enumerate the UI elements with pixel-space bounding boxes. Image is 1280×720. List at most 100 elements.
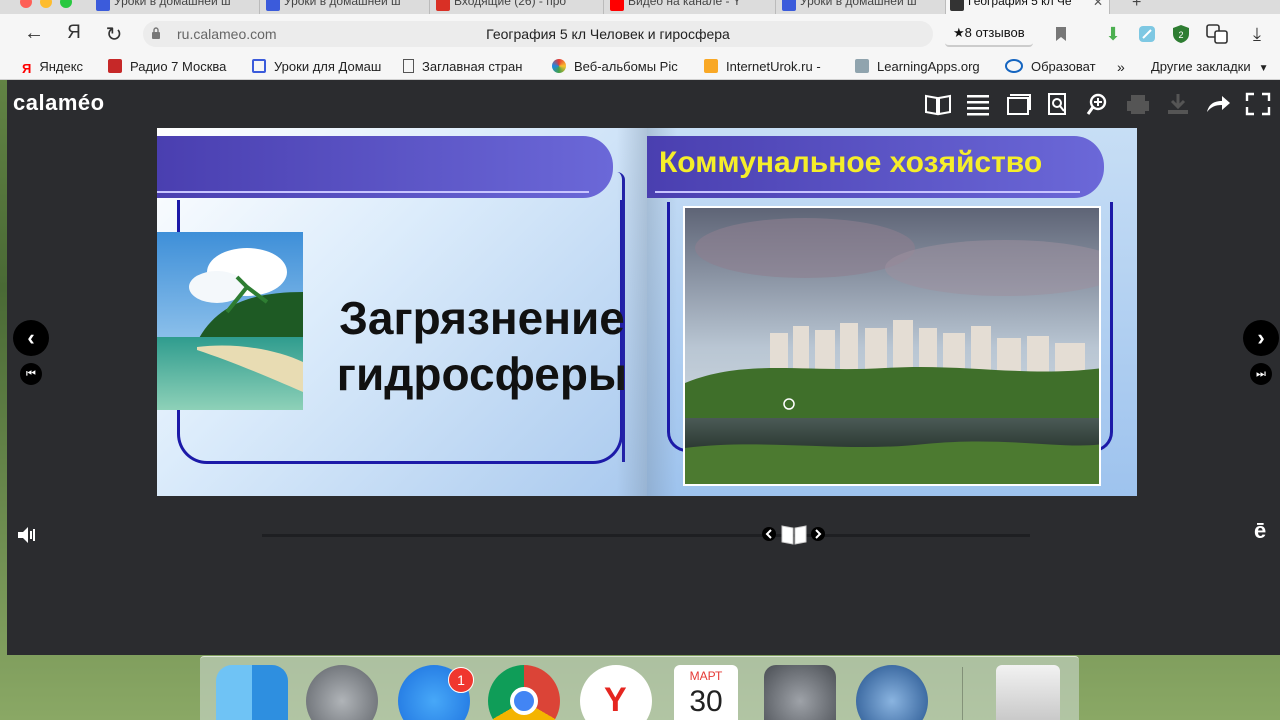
tab-label: География 5 кл Че: [968, 0, 1072, 8]
bookmark-item[interactable]: Я Яндекс: [22, 59, 83, 76]
last-page-button[interactable]: ⏭: [1250, 363, 1272, 385]
internet-urok-icon: [704, 59, 718, 73]
search-document-icon[interactable]: [1044, 92, 1072, 116]
picasa-icon: [552, 59, 566, 73]
notification-badge: 1: [448, 667, 474, 693]
new-tab-button[interactable]: +: [1132, 0, 1141, 12]
site-favicon-icon: [782, 0, 796, 11]
calendar-month: МАРТ: [689, 669, 723, 683]
bookmark-label: Заглавная стран: [422, 59, 523, 74]
embed-icon[interactable]: ē: [1254, 518, 1266, 544]
bookmark-item[interactable]: LearningApps.org: [855, 59, 980, 74]
bookmark-label: Радио 7 Москва: [130, 59, 227, 74]
yandex-browser-icon[interactable]: Y: [580, 665, 652, 720]
system-preferences-icon[interactable]: [764, 665, 836, 720]
tab-label: Уроки в домашней ш: [284, 0, 401, 8]
maximize-window-button[interactable]: [60, 0, 72, 8]
svg-text:2: 2: [1178, 30, 1183, 40]
chrome-center: [510, 687, 538, 715]
tab-label: Уроки в домашней ш: [114, 0, 231, 8]
slider-thumb[interactable]: [762, 522, 826, 546]
calameo-viewer: calaméo Загрязнение гидросферы Коммуналь…: [7, 80, 1280, 655]
tab-label: Входящие (26) - про: [454, 0, 567, 8]
finder-icon[interactable]: [216, 665, 288, 720]
share-icon[interactable]: [1204, 92, 1232, 116]
page-slider[interactable]: [262, 534, 1030, 537]
bookmark-item[interactable]: InternetUrok.ru -: [704, 59, 821, 74]
translate-extension-icon[interactable]: [1204, 22, 1230, 46]
site-favicon-icon: [96, 0, 110, 11]
next-page-button[interactable]: ›: [1243, 320, 1279, 356]
previous-page-button[interactable]: ‹: [13, 320, 49, 356]
launchpad-icon[interactable]: [306, 665, 378, 720]
intel-icon: [1005, 59, 1023, 73]
beach-image: [157, 232, 303, 410]
browser-tab[interactable]: Уроки в домашней ш: [92, 0, 260, 14]
bookmark-item[interactable]: Уроки для Домаш: [252, 59, 381, 74]
yandex-glyph: Y: [604, 681, 627, 719]
print-icon: [1127, 95, 1149, 114]
tab-label: Видео на канале - Y: [628, 0, 741, 8]
book-spread[interactable]: Загрязнение гидросферы Коммунальное хозя…: [157, 128, 1137, 496]
reload-button[interactable]: ↻: [102, 22, 126, 47]
book-view-icon[interactable]: [924, 92, 952, 116]
minimize-window-button[interactable]: [40, 0, 52, 8]
yandex-button[interactable]: Я: [62, 22, 86, 44]
reviews-button[interactable]: ★8 отзывов: [945, 21, 1033, 47]
shield-extension-icon[interactable]: 2: [1168, 22, 1194, 46]
downloads-icon[interactable]: ⤓: [1244, 22, 1270, 46]
zoom-in-icon[interactable]: [1084, 92, 1112, 116]
calameo-favicon-icon: [950, 0, 964, 11]
bookmark-label: Другие закладки: [1151, 59, 1251, 74]
address-bar[interactable]: ru.calameo.com География 5 кл Человек и …: [143, 21, 933, 47]
trash-icon[interactable]: [996, 665, 1060, 720]
city-photo: [683, 206, 1101, 486]
fullscreen-icon[interactable]: [1244, 92, 1272, 116]
browser-tab[interactable]: Уроки в домашней ш: [262, 0, 430, 14]
bookmark-label: Образоват: [1031, 59, 1096, 74]
chrome-icon[interactable]: [488, 665, 560, 720]
youtube-icon: [610, 0, 624, 11]
bookmark-label: LearningApps.org: [877, 59, 980, 74]
right-page-heading: Коммунальное хозяйство: [659, 146, 1043, 179]
more-bookmarks-button[interactable]: »: [1117, 59, 1125, 75]
page-title: География 5 кл Человек и гиросфера: [486, 26, 730, 42]
macos-dock: 1 Y МАРТ 30: [200, 656, 1079, 720]
browser-tab[interactable]: Уроки в домашней ш: [778, 0, 946, 14]
close-window-button[interactable]: [20, 0, 32, 8]
first-page-button[interactable]: ⏮: [20, 363, 42, 385]
browser-tab[interactable]: Видео на канале - Y: [606, 0, 776, 14]
calendar-icon[interactable]: МАРТ 30: [674, 665, 738, 720]
bookmarks-bar: Я Яндекс Радио 7 Москва Уроки для Домаш З…: [0, 54, 1280, 80]
download-extension-icon[interactable]: ⬇: [1100, 22, 1126, 46]
feather-extension-icon[interactable]: [1134, 22, 1160, 46]
banner-divider: [157, 191, 589, 193]
address-bar-row: ← Я ↻ ru.calameo.com География 5 кл Чело…: [0, 14, 1280, 54]
learningapps-icon: [855, 59, 869, 73]
tab-strip: Уроки в домашней ш Уроки в домашней ш Вх…: [0, 0, 1280, 14]
close-tab-icon[interactable]: ✕: [1093, 0, 1103, 9]
left-title-banner: [157, 136, 613, 198]
sound-icon[interactable]: [15, 523, 39, 547]
bookmark-item[interactable]: Веб-альбомы Pic: [552, 59, 678, 74]
gmail-icon: [436, 0, 450, 11]
yandex-icon: Я: [22, 61, 32, 76]
list-view-icon[interactable]: [964, 92, 992, 116]
browser-tab[interactable]: Входящие (26) - про: [432, 0, 604, 14]
banner-divider: [655, 191, 1080, 193]
lessons-icon: [252, 59, 266, 73]
bookmark-item[interactable]: Радио 7 Москва: [108, 59, 226, 74]
bookmark-item[interactable]: Образоват: [1005, 59, 1096, 74]
quicktime-icon[interactable]: [856, 665, 928, 720]
app-store-icon[interactable]: 1: [398, 665, 474, 720]
other-bookmarks-button[interactable]: Другие закладки ▼: [1151, 59, 1269, 74]
bookmark-label: Уроки для Домаш: [274, 59, 382, 74]
bookmark-item[interactable]: Заглавная стран: [403, 59, 522, 74]
browser-tab-active[interactable]: География 5 кл Че ✕: [946, 0, 1110, 14]
bookmark-icon[interactable]: [1055, 26, 1067, 42]
pages-view-icon[interactable]: [1004, 92, 1032, 116]
left-page-heading: Загрязнение гидросферы: [317, 290, 647, 402]
tab-label: Уроки в домашней ш: [800, 0, 917, 8]
calendar-day: 30: [689, 685, 723, 718]
back-button[interactable]: ←: [22, 22, 46, 45]
